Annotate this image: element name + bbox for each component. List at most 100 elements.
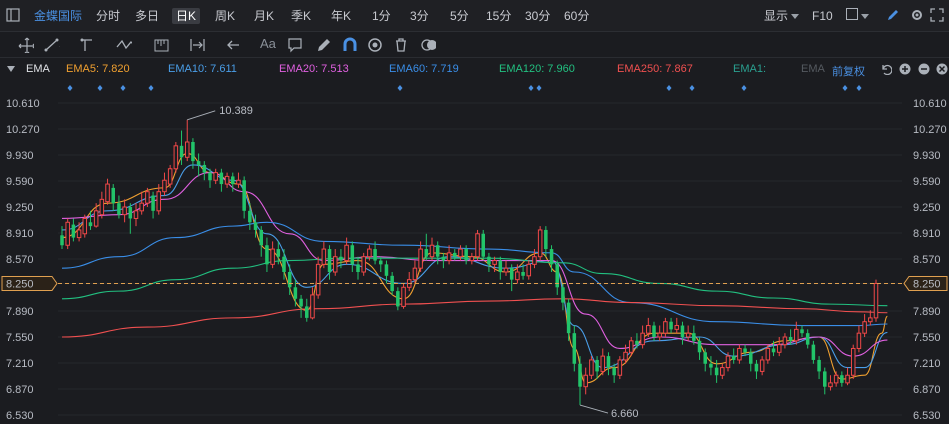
- display-menu[interactable]: 显示: [764, 8, 800, 24]
- legend-item[interactable]: EMA250: 7.867: [617, 63, 693, 75]
- candle-body: [561, 287, 565, 303]
- candle-body: [697, 340, 702, 353]
- candle-body: [521, 272, 525, 276]
- candle-body: [657, 332, 662, 338]
- period-tab[interactable]: 日K: [172, 8, 201, 24]
- candle-body: [549, 249, 554, 265]
- candle-body: [88, 222, 93, 227]
- y-tick-label: 6.870: [913, 384, 941, 396]
- candle-body: [117, 203, 121, 215]
- y-tick-label: 10.270: [913, 124, 947, 136]
- candlestick-chart[interactable]: 10.610 10.270 9.930 9.590 9.250 8.910 8.570 8.2…: [0, 80, 949, 424]
- candle-body: [82, 217, 88, 235]
- line-icon[interactable]: [44, 37, 60, 53]
- candle-body: [464, 249, 468, 261]
- indicator-name[interactable]: EMA: [26, 63, 50, 75]
- candle-body: [469, 256, 475, 262]
- candle-body: [481, 233, 485, 257]
- candle-body: [299, 298, 303, 307]
- candle-body: [213, 172, 218, 181]
- toggle-icon[interactable]: [420, 37, 436, 53]
- candle-body: [788, 337, 793, 341]
- period-tab[interactable]: 30分: [525, 8, 550, 24]
- period-tab[interactable]: 3分: [410, 8, 429, 24]
- stock-name[interactable]: 金蝶国际: [34, 8, 82, 24]
- period-tab[interactable]: 60分: [564, 8, 589, 24]
- legend-item[interactable]: EMA: [801, 63, 825, 75]
- candle-body: [743, 348, 747, 353]
- period-tab[interactable]: 多日: [135, 8, 159, 24]
- y-tick-label: 10.610: [913, 98, 947, 110]
- low-label: 6.660: [611, 408, 639, 420]
- y-tick-label: 6.870: [6, 384, 34, 396]
- legend-item[interactable]: EMA1:: [733, 63, 766, 75]
- candle-body: [71, 224, 76, 238]
- candle-body: [156, 191, 162, 212]
- legend-item[interactable]: EMA10: 7.611: [168, 63, 237, 75]
- ema-line-ema60: [61, 221, 888, 327]
- period-tab[interactable]: 1分: [372, 8, 391, 24]
- pencil-icon[interactable]: [886, 8, 900, 24]
- candles: [60, 119, 879, 406]
- y-tick-label: 8.250: [913, 278, 941, 290]
- candle-body: [93, 210, 99, 227]
- crosshair-icon[interactable]: [18, 37, 34, 53]
- settings-icon[interactable]: [910, 8, 924, 24]
- eye-icon[interactable]: [367, 37, 383, 53]
- period-tab[interactable]: 年K: [331, 8, 351, 24]
- arrow-left-icon[interactable]: [226, 37, 242, 53]
- candle-body: [692, 333, 696, 341]
- candle-body: [242, 180, 246, 211]
- period-tab[interactable]: 5分: [450, 8, 469, 24]
- period-tab[interactable]: 月K: [254, 8, 274, 24]
- period-tab[interactable]: 季K: [291, 8, 311, 24]
- candle-body: [583, 374, 588, 388]
- legend-item[interactable]: EMA60: 7.719: [389, 63, 459, 75]
- layout-menu[interactable]: [846, 8, 869, 24]
- indicator-legend: EMA EMA5: 7.820 EMA10: 7.611 EMA20: 7.513 E…: [0, 58, 949, 80]
- high-pointer: [187, 110, 216, 121]
- candle-body: [145, 191, 150, 204]
- text-icon[interactable]: Aa: [260, 36, 280, 52]
- candle-body: [105, 183, 110, 203]
- candle-body: [208, 172, 212, 181]
- wave-icon[interactable]: [116, 37, 132, 53]
- sidebar-toggle-icon[interactable]: [6, 8, 20, 24]
- candle-body: [287, 272, 292, 288]
- pen-icon[interactable]: [316, 37, 332, 53]
- ema-line-ema250: [61, 298, 888, 338]
- event-marker: [120, 85, 126, 91]
- ray-icon[interactable]: [80, 37, 96, 53]
- fullscreen-icon[interactable]: [930, 8, 944, 24]
- period-tab[interactable]: 分时: [96, 8, 120, 24]
- legend-item[interactable]: EMA5: 7.820: [66, 63, 130, 75]
- display-label: 显示: [764, 9, 789, 23]
- undo-icon[interactable]: [880, 63, 892, 75]
- period-tab[interactable]: 周K: [215, 8, 235, 24]
- candle-body: [492, 260, 497, 265]
- candle-body: [850, 347, 856, 376]
- period-tab[interactable]: 15分: [486, 8, 511, 24]
- adjust-mode-button[interactable]: 前复权: [832, 63, 865, 79]
- magnet-icon[interactable]: [342, 37, 358, 53]
- add-icon[interactable]: [899, 63, 911, 75]
- candle-body: [805, 333, 810, 345]
- candle-body: [731, 356, 736, 360]
- remove-icon[interactable]: [918, 63, 930, 75]
- event-marker: [689, 85, 695, 91]
- candle-body: [749, 352, 753, 364]
- range-icon[interactable]: [190, 37, 206, 53]
- candle-body: [270, 248, 275, 265]
- candle-body: [663, 321, 668, 334]
- collapse-icon[interactable]: [6, 65, 16, 73]
- f10-button[interactable]: F10: [812, 8, 833, 24]
- y-tick-label: 7.890: [6, 306, 34, 318]
- legend-item[interactable]: EMA120: 7.960: [499, 63, 575, 75]
- trash-icon[interactable]: [393, 37, 409, 53]
- candle-body: [782, 336, 788, 346]
- legend-item[interactable]: EMA20: 7.513: [279, 63, 349, 75]
- candle-body: [709, 363, 713, 368]
- close-icon[interactable]: [936, 63, 948, 75]
- comment-icon[interactable]: [287, 37, 303, 53]
- ruler-icon[interactable]: [154, 37, 170, 53]
